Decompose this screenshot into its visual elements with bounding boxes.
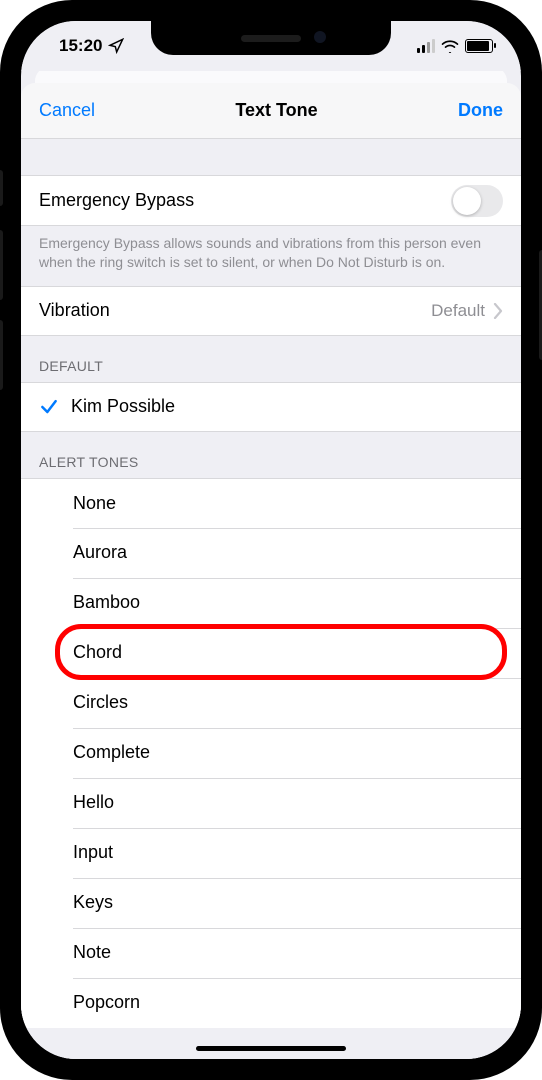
section-header-default: DEFAULT <box>21 336 521 382</box>
alert-tone-label: Circles <box>73 692 128 713</box>
alert-tone-label: None <box>73 493 116 514</box>
alert-tone-label: Chord <box>73 642 122 663</box>
battery-icon <box>465 39 493 53</box>
status-time: 15:20 <box>59 36 102 56</box>
page-title: Text Tone <box>235 100 317 121</box>
alert-tone-label: Hello <box>73 792 114 813</box>
wifi-icon <box>441 39 459 53</box>
alert-tone-label: Keys <box>73 892 113 913</box>
alert-tone-row[interactable]: Complete <box>21 728 521 778</box>
alert-tone-label: Complete <box>73 742 150 763</box>
alert-tone-row[interactable]: Hello <box>21 778 521 828</box>
vibration-row[interactable]: Vibration Default <box>21 286 521 336</box>
cancel-button[interactable]: Cancel <box>39 100 95 121</box>
alert-tone-row[interactable]: Circles <box>21 678 521 728</box>
text-tone-sheet: Cancel Text Tone Done Emergency Bypass <box>21 83 521 1059</box>
alert-tone-row[interactable]: Keys <box>21 878 521 928</box>
sheet-content[interactable]: Emergency Bypass Emergency Bypass allows… <box>21 139 521 1059</box>
volume-up-button <box>0 230 3 300</box>
front-camera <box>314 31 326 43</box>
vibration-label: Vibration <box>39 300 110 321</box>
emergency-bypass-description: Emergency Bypass allows sounds and vibra… <box>21 225 521 286</box>
emergency-bypass-row[interactable]: Emergency Bypass <box>21 175 521 225</box>
alert-tone-label: Note <box>73 942 111 963</box>
section-header-alert-tones: ALERT TONES <box>21 432 521 478</box>
home-indicator[interactable] <box>196 1046 346 1051</box>
nav-bar: Cancel Text Tone Done <box>21 83 521 139</box>
alert-tone-row[interactable]: Popcorn <box>21 978 521 1028</box>
notch <box>151 21 391 55</box>
alert-tone-label: Popcorn <box>73 992 140 1013</box>
cellular-signal-icon <box>417 39 435 53</box>
alert-tone-row[interactable]: Input <box>21 828 521 878</box>
alert-tones-list: None Aurora Bamboo Chord Circles Complete Hell… <box>21 478 521 1028</box>
alert-tone-row[interactable]: None <box>21 478 521 528</box>
alert-tone-row[interactable]: Chord <box>21 628 521 678</box>
alert-tone-row[interactable]: Note <box>21 928 521 978</box>
done-button[interactable]: Done <box>458 100 503 121</box>
alert-tone-label: Bamboo <box>73 592 140 613</box>
volume-down-button <box>0 320 3 390</box>
screen: 15:20 <box>21 21 521 1059</box>
device-frame: 15:20 <box>0 0 542 1080</box>
vibration-value: Default <box>431 301 485 321</box>
alert-tone-row[interactable]: Aurora <box>21 528 521 578</box>
default-tone-row[interactable]: Kim Possible <box>21 382 521 432</box>
alert-tone-label: Input <box>73 842 113 863</box>
checkmark-icon <box>39 397 59 417</box>
alert-tone-row[interactable]: Bamboo <box>21 578 521 628</box>
navigation-icon <box>108 38 124 54</box>
default-tone-label: Kim Possible <box>71 396 175 417</box>
emergency-bypass-toggle[interactable] <box>451 185 503 217</box>
speaker <box>241 35 301 42</box>
chevron-right-icon <box>493 303 503 319</box>
emergency-bypass-label: Emergency Bypass <box>39 190 194 211</box>
alert-tone-label: Aurora <box>73 542 127 563</box>
mute-switch <box>0 170 3 206</box>
